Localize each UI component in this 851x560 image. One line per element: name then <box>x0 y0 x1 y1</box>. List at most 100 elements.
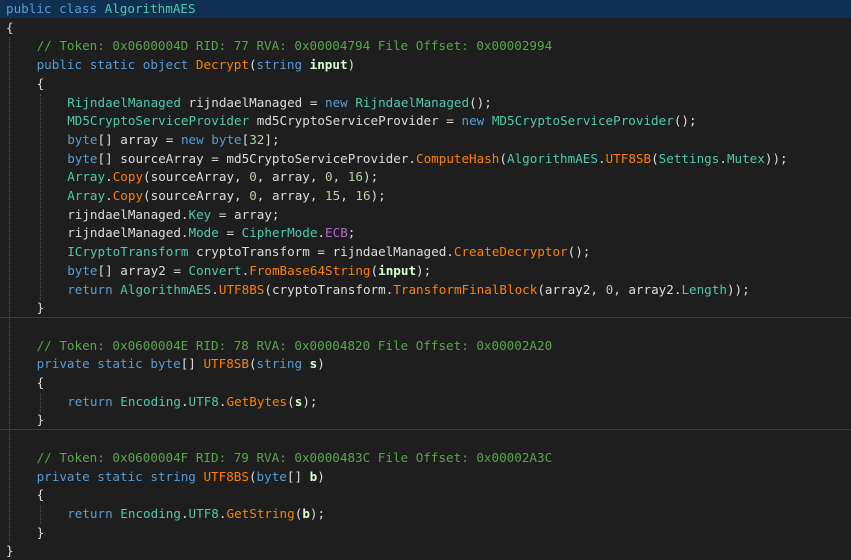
code-line[interactable]: return Encoding.UTF8.GetString(b); <box>0 505 851 523</box>
code-token: public <box>6 1 52 16</box>
code-token: Encoding <box>120 393 181 409</box>
code-token: Mutex <box>726 150 765 166</box>
code-token: public <box>36 57 83 73</box>
code-line[interactable]: ICryptoTransform cryptoTransform = rijnd… <box>0 243 851 261</box>
code-line[interactable]: } <box>0 542 851 560</box>
code-token: [] array2 = <box>97 262 189 278</box>
code-token: string <box>256 356 303 372</box>
code-token: ( <box>370 262 379 278</box>
code-token: byte <box>256 468 287 484</box>
code-line[interactable]: { <box>0 374 851 392</box>
code-line[interactable]: byte[] array2 = Convert.FromBase64String… <box>0 262 851 280</box>
code-token: . <box>180 505 189 521</box>
code-token: { <box>36 487 45 503</box>
code-token: // Token: 0x0600004F RID: 79 RVA: 0x0000… <box>36 449 553 465</box>
code-token: ECB <box>325 225 348 241</box>
code-line[interactable]: byte[] array = new byte[32]; <box>0 131 851 149</box>
code-token: [] sourceArray = md5CryptoServiceProvide… <box>97 150 416 166</box>
code-line[interactable]: MD5CryptoServiceProvider md5CryptoServic… <box>0 112 851 130</box>
code-token: UTF8 <box>188 505 219 521</box>
code-token: input <box>309 57 348 73</box>
code-line[interactable]: { <box>0 75 851 93</box>
code-line[interactable]: return Encoding.UTF8.GetBytes(s); <box>0 393 851 411</box>
code-token: Key <box>188 206 212 222</box>
code-token: CreateDecryptor <box>453 244 568 260</box>
code-line[interactable]: return AlgorithmAES.UTF8BS(cryptoTransfo… <box>0 281 851 299</box>
code-token: UTF8BS <box>203 468 249 484</box>
code-line[interactable]: private static byte[] UTF8SB(string s) <box>0 355 851 373</box>
code-token: (cryptoTransform. <box>264 281 394 297</box>
code-editor[interactable]: public class AlgorithmAES{// Token: 0x06… <box>0 0 851 558</box>
code-token: rijndaelManaged = <box>180 94 325 110</box>
code-token: { <box>36 75 45 91</box>
code-line[interactable]: // Token: 0x0600004D RID: 77 RVA: 0x0000… <box>0 37 851 55</box>
code-line[interactable] <box>0 318 851 336</box>
code-token: // Token: 0x0600004D RID: 77 RVA: 0x0000… <box>36 38 553 54</box>
code-line[interactable]: rijndaelManaged.Mode = CipherMode.ECB; <box>0 224 851 242</box>
code-line[interactable]: { <box>0 486 851 504</box>
code-token: 0 <box>325 169 333 185</box>
code-token: AlgorithmAES <box>104 1 196 16</box>
code-line[interactable]: public static object Decrypt(string inpu… <box>0 56 851 74</box>
code-token: UTF8SB <box>203 356 249 372</box>
code-line[interactable]: { <box>0 19 851 37</box>
code-line[interactable]: byte[] sourceArray = md5CryptoServicePro… <box>0 150 851 168</box>
code-token: } <box>36 300 45 316</box>
code-token: ) <box>317 356 325 372</box>
code-token: (sourceArray, <box>143 188 250 203</box>
code-token: return <box>67 281 113 297</box>
code-token: RijndaelManaged <box>355 94 470 110</box>
code-token: . <box>317 225 326 241</box>
code-token: = <box>218 225 242 241</box>
code-token: = array; <box>211 206 280 222</box>
code-line[interactable]: RijndaelManaged rijndaelManaged = new Ri… <box>0 94 851 112</box>
code-token: ); <box>370 188 386 203</box>
code-line[interactable]: Array.Copy(sourceArray, 0, array, 15, 16… <box>0 187 851 205</box>
code-token: ) <box>347 57 356 73</box>
code-line[interactable] <box>0 430 851 448</box>
code-token: Length <box>681 281 727 297</box>
code-token: ICryptoTransform <box>67 244 189 260</box>
code-token: (); <box>469 94 492 110</box>
code-line[interactable]: } <box>0 524 851 542</box>
code-line[interactable]: rijndaelManaged.Key = array; <box>0 206 851 224</box>
code-token: static <box>89 57 136 73</box>
code-token: } <box>36 524 45 540</box>
code-line[interactable]: // Token: 0x0600004E RID: 78 RVA: 0x0000… <box>0 337 851 355</box>
code-line[interactable]: public class AlgorithmAES <box>0 0 851 18</box>
code-token: Mode <box>188 225 219 241</box>
code-token: return <box>67 393 113 409</box>
code-token: AlgorithmAES <box>506 150 598 166</box>
code-token: [] <box>180 356 204 372</box>
code-token: new <box>461 113 485 129</box>
code-token: Array <box>67 188 106 203</box>
code-token: . <box>211 281 219 297</box>
code-line[interactable]: } <box>0 411 851 429</box>
code-token: static <box>97 356 143 372</box>
code-line[interactable]: } <box>0 299 851 317</box>
code-token: ( <box>248 356 257 372</box>
code-token: . <box>180 393 189 409</box>
code-token: [] array = <box>97 131 181 147</box>
code-token: ( <box>499 150 507 166</box>
code-token: byte <box>211 131 242 147</box>
code-token: , array2. <box>613 281 682 297</box>
code-token: GetString <box>226 505 295 521</box>
code-token: Encoding <box>120 505 181 521</box>
code-token: ); <box>362 169 379 185</box>
code-token: MD5CryptoServiceProvider <box>67 113 250 129</box>
member-separator <box>0 429 851 430</box>
code-token: class <box>59 1 98 16</box>
code-token: // Token: 0x0600004E RID: 78 RVA: 0x0000… <box>36 337 553 353</box>
code-token: return <box>67 505 113 521</box>
code-line[interactable]: private static string UTF8BS(byte[] b) <box>0 468 851 486</box>
code-token: UTF8SB <box>605 150 652 166</box>
code-token: ) <box>317 468 325 484</box>
code-line[interactable]: Array.Copy(sourceArray, 0, array, 0, 16)… <box>0 168 851 186</box>
code-line[interactable]: // Token: 0x0600004F RID: 79 RVA: 0x0000… <box>0 449 851 467</box>
code-token: } <box>36 412 45 428</box>
code-token: , array, <box>256 188 326 203</box>
